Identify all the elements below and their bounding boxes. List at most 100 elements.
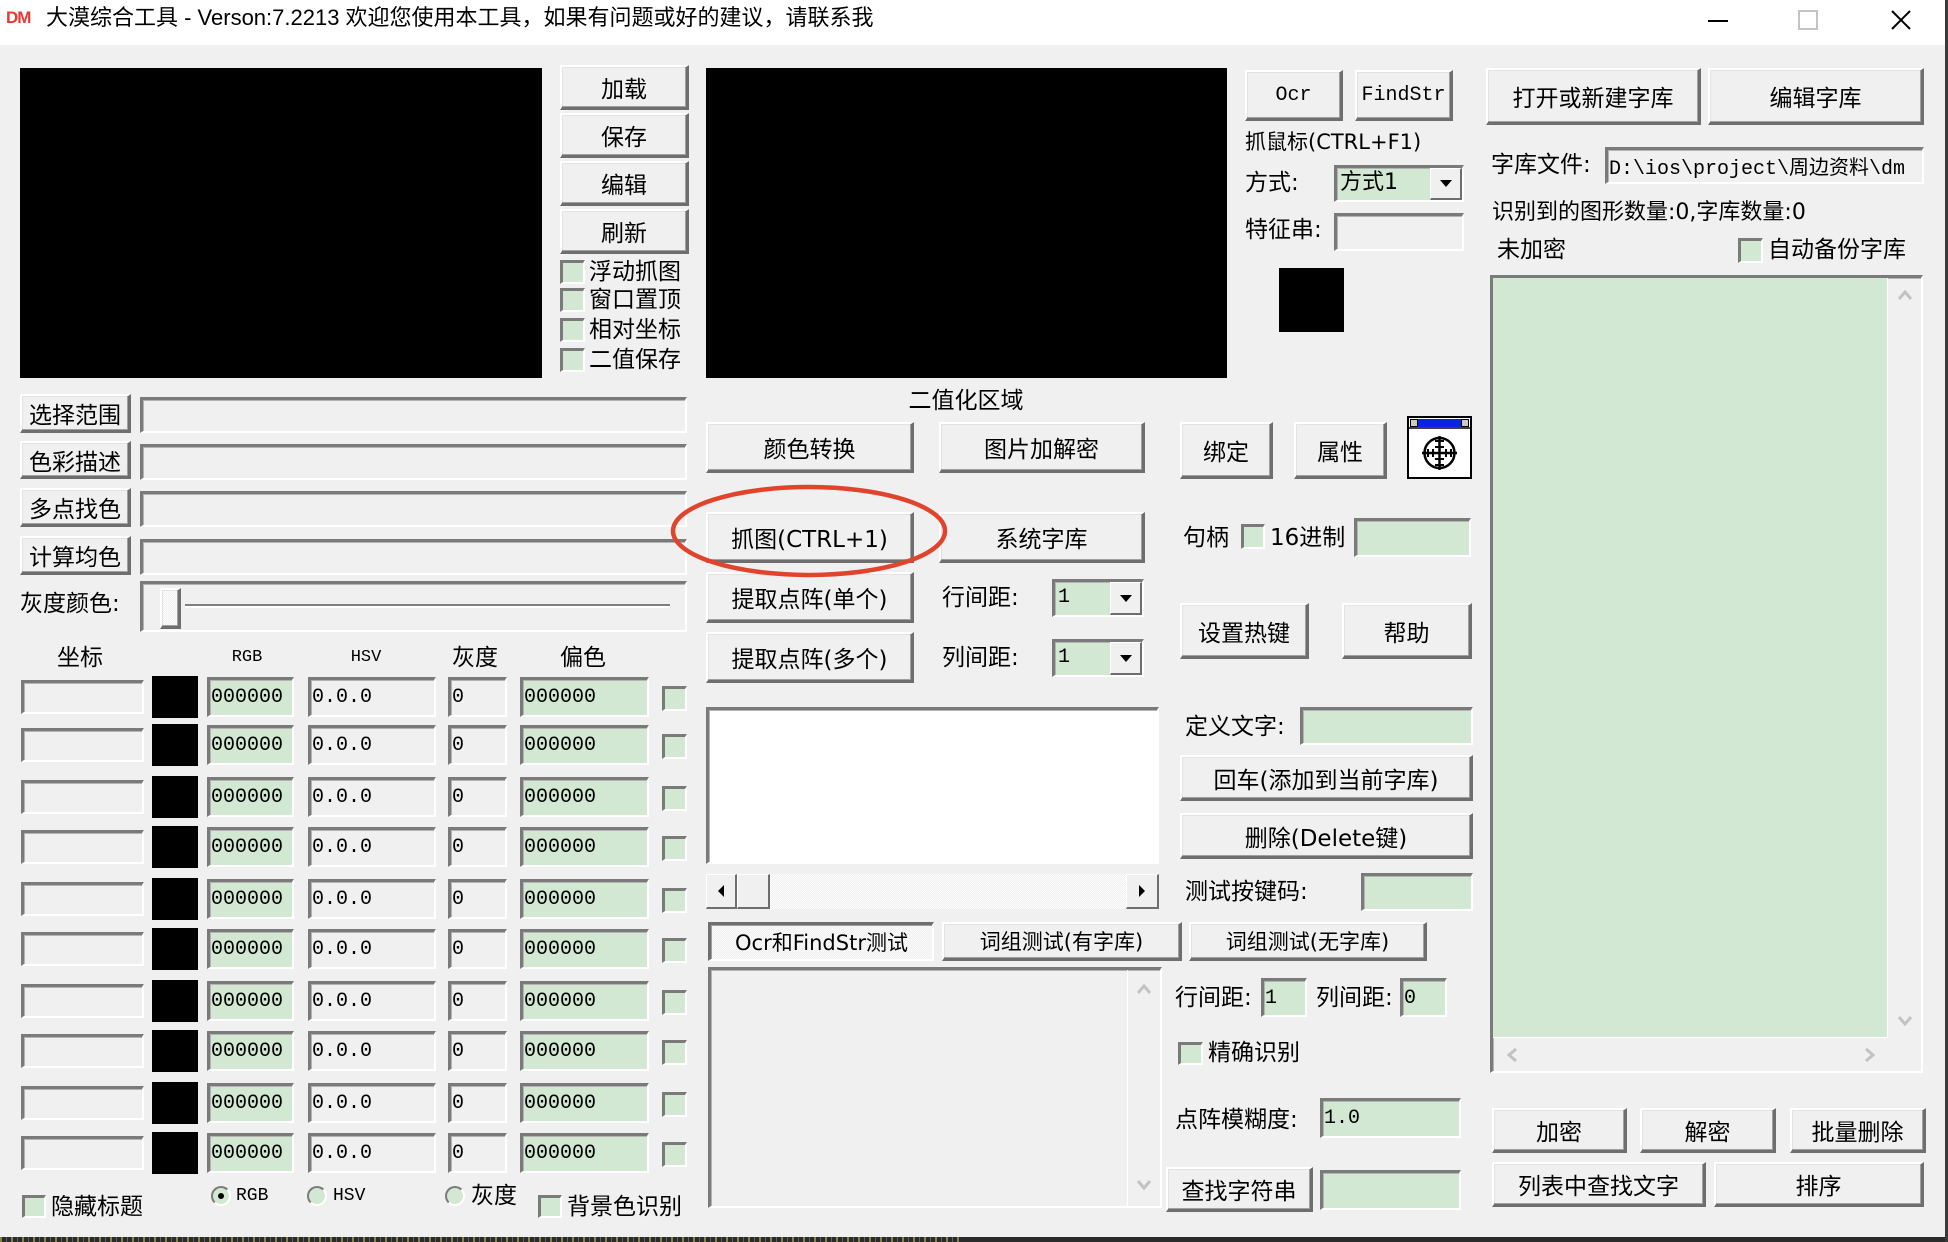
- library-list[interactable]: [1490, 275, 1923, 1073]
- bg-recognition-checkbox[interactable]: [538, 1195, 562, 1218]
- load-button[interactable]: 加载: [560, 65, 689, 110]
- row-enable-checkbox[interactable]: [662, 1142, 687, 1167]
- offset-input[interactable]: [520, 929, 649, 969]
- binary-save-checkbox[interactable]: [560, 348, 585, 372]
- test-row-gap-field[interactable]: [1261, 978, 1307, 1017]
- extract-single-button[interactable]: 提取点阵(单个): [706, 572, 914, 623]
- hex-checkbox[interactable]: [1241, 524, 1265, 549]
- gray-input[interactable]: [448, 725, 507, 765]
- offset-input[interactable]: [520, 981, 649, 1021]
- set-hotkey-button[interactable]: 设置热键: [1180, 603, 1309, 659]
- test-output-area[interactable]: [708, 967, 1162, 1208]
- row-enable-checkbox[interactable]: [662, 938, 687, 963]
- extract-multi-button[interactable]: 提取点阵(多个): [706, 632, 914, 683]
- add-to-library-button[interactable]: 回车(添加到当前字库): [1180, 755, 1473, 801]
- multi-point-button[interactable]: 多点找色: [20, 488, 131, 527]
- coord-input[interactable]: [21, 680, 144, 714]
- hsv-input[interactable]: [308, 677, 436, 717]
- find-string-field[interactable]: [1320, 1170, 1461, 1210]
- findstr-button[interactable]: FindStr: [1355, 70, 1453, 121]
- window-topmost-checkbox[interactable]: [560, 288, 585, 312]
- minimize-button[interactable]: [1690, 0, 1746, 45]
- window-finder-tool[interactable]: [1407, 416, 1472, 479]
- gray-input[interactable]: [448, 929, 507, 969]
- decrypt-button[interactable]: 解密: [1640, 1108, 1776, 1153]
- rgb-input[interactable]: [207, 725, 294, 765]
- auto-backup-checkbox[interactable]: [1738, 238, 1763, 263]
- row-enable-checkbox[interactable]: [662, 1040, 687, 1065]
- coord-input[interactable]: [21, 984, 144, 1018]
- rgb-input[interactable]: [207, 677, 294, 717]
- edit-button[interactable]: 编辑: [560, 161, 689, 206]
- preview-horizontal-scrollbar[interactable]: [706, 874, 1159, 909]
- avg-color-button[interactable]: 计算均色: [20, 536, 131, 575]
- encrypt-button[interactable]: 加密: [1492, 1108, 1627, 1153]
- dot-fuzz-field[interactable]: [1320, 1098, 1461, 1138]
- offset-input[interactable]: [520, 777, 649, 817]
- color-convert-button[interactable]: 颜色转换: [706, 422, 914, 473]
- tab-phrase-test-with-lib[interactable]: 词组测试(有字库): [942, 922, 1182, 961]
- close-button[interactable]: [1872, 0, 1928, 45]
- color-desc-button[interactable]: 色彩描述: [20, 441, 131, 479]
- test-keycode-field[interactable]: [1361, 873, 1473, 911]
- relative-coords-checkbox[interactable]: [560, 318, 585, 342]
- test-col-gap-field[interactable]: [1400, 978, 1447, 1017]
- gray-input[interactable]: [448, 879, 507, 919]
- system-library-button[interactable]: 系统字库: [939, 512, 1145, 563]
- coord-input[interactable]: [21, 830, 144, 864]
- coord-input[interactable]: [21, 728, 144, 762]
- ocr-button[interactable]: Ocr: [1245, 70, 1343, 121]
- hsv-input[interactable]: [308, 1083, 436, 1123]
- tab-phrase-test-no-lib[interactable]: 词组测试(无字库): [1189, 922, 1427, 961]
- library-list-content[interactable]: [1493, 278, 1888, 1038]
- rgb-input[interactable]: [207, 827, 294, 867]
- rgb-input[interactable]: [207, 1031, 294, 1071]
- sort-button[interactable]: 排序: [1714, 1162, 1924, 1207]
- rgb-input[interactable]: [207, 929, 294, 969]
- maximize-button[interactable]: [1780, 0, 1836, 45]
- help-button[interactable]: 帮助: [1342, 603, 1472, 659]
- offset-input[interactable]: [520, 879, 649, 919]
- feature-string-field[interactable]: [1334, 213, 1464, 251]
- row-spacing-dropdown-button[interactable]: [1110, 582, 1142, 615]
- rgb-input[interactable]: [207, 1083, 294, 1123]
- row-enable-checkbox[interactable]: [662, 836, 687, 861]
- image-crypt-button[interactable]: 图片加解密: [939, 422, 1145, 473]
- hsv-input[interactable]: [308, 827, 436, 867]
- row-enable-checkbox[interactable]: [662, 786, 687, 811]
- hide-title-checkbox[interactable]: [22, 1195, 46, 1218]
- dot-matrix-preview[interactable]: [706, 707, 1159, 864]
- tab-ocr-findstr-test[interactable]: Ocr和FindStr测试: [708, 922, 934, 961]
- offset-input[interactable]: [520, 1133, 649, 1173]
- rgb-input[interactable]: [207, 879, 294, 919]
- scroll-left-button[interactable]: [706, 874, 737, 909]
- gray-input[interactable]: [448, 981, 507, 1021]
- row-enable-checkbox[interactable]: [662, 1092, 687, 1117]
- offset-input[interactable]: [520, 1031, 649, 1071]
- delete-button[interactable]: 删除(Delete键): [1180, 813, 1473, 859]
- gray-color-slider[interactable]: [140, 581, 687, 632]
- open-library-button[interactable]: 打开或新建字库: [1486, 68, 1701, 125]
- mode-select[interactable]: 方式1: [1334, 165, 1464, 202]
- gray-input[interactable]: [448, 1133, 507, 1173]
- hsv-input[interactable]: [308, 929, 436, 969]
- select-range-field[interactable]: [140, 397, 687, 433]
- rgb-input[interactable]: [207, 981, 294, 1021]
- hsv-input[interactable]: [308, 981, 436, 1021]
- offset-input[interactable]: [520, 677, 649, 717]
- gray-input[interactable]: [448, 1031, 507, 1071]
- coord-input[interactable]: [21, 1034, 144, 1068]
- scroll-right-button[interactable]: [1126, 874, 1159, 909]
- coord-input[interactable]: [21, 882, 144, 916]
- find-string-button[interactable]: 查找字符串: [1166, 1167, 1313, 1212]
- offset-input[interactable]: [520, 1083, 649, 1123]
- hsv-mode-radio[interactable]: [307, 1186, 327, 1206]
- hsv-input[interactable]: [308, 725, 436, 765]
- find-in-list-button[interactable]: 列表中查找文字: [1492, 1162, 1706, 1207]
- rgb-input[interactable]: [207, 777, 294, 817]
- hsv-input[interactable]: [308, 1031, 436, 1071]
- row-enable-checkbox[interactable]: [662, 888, 687, 913]
- gray-input[interactable]: [448, 777, 507, 817]
- coord-input[interactable]: [21, 1086, 144, 1120]
- color-desc-field[interactable]: [140, 444, 687, 480]
